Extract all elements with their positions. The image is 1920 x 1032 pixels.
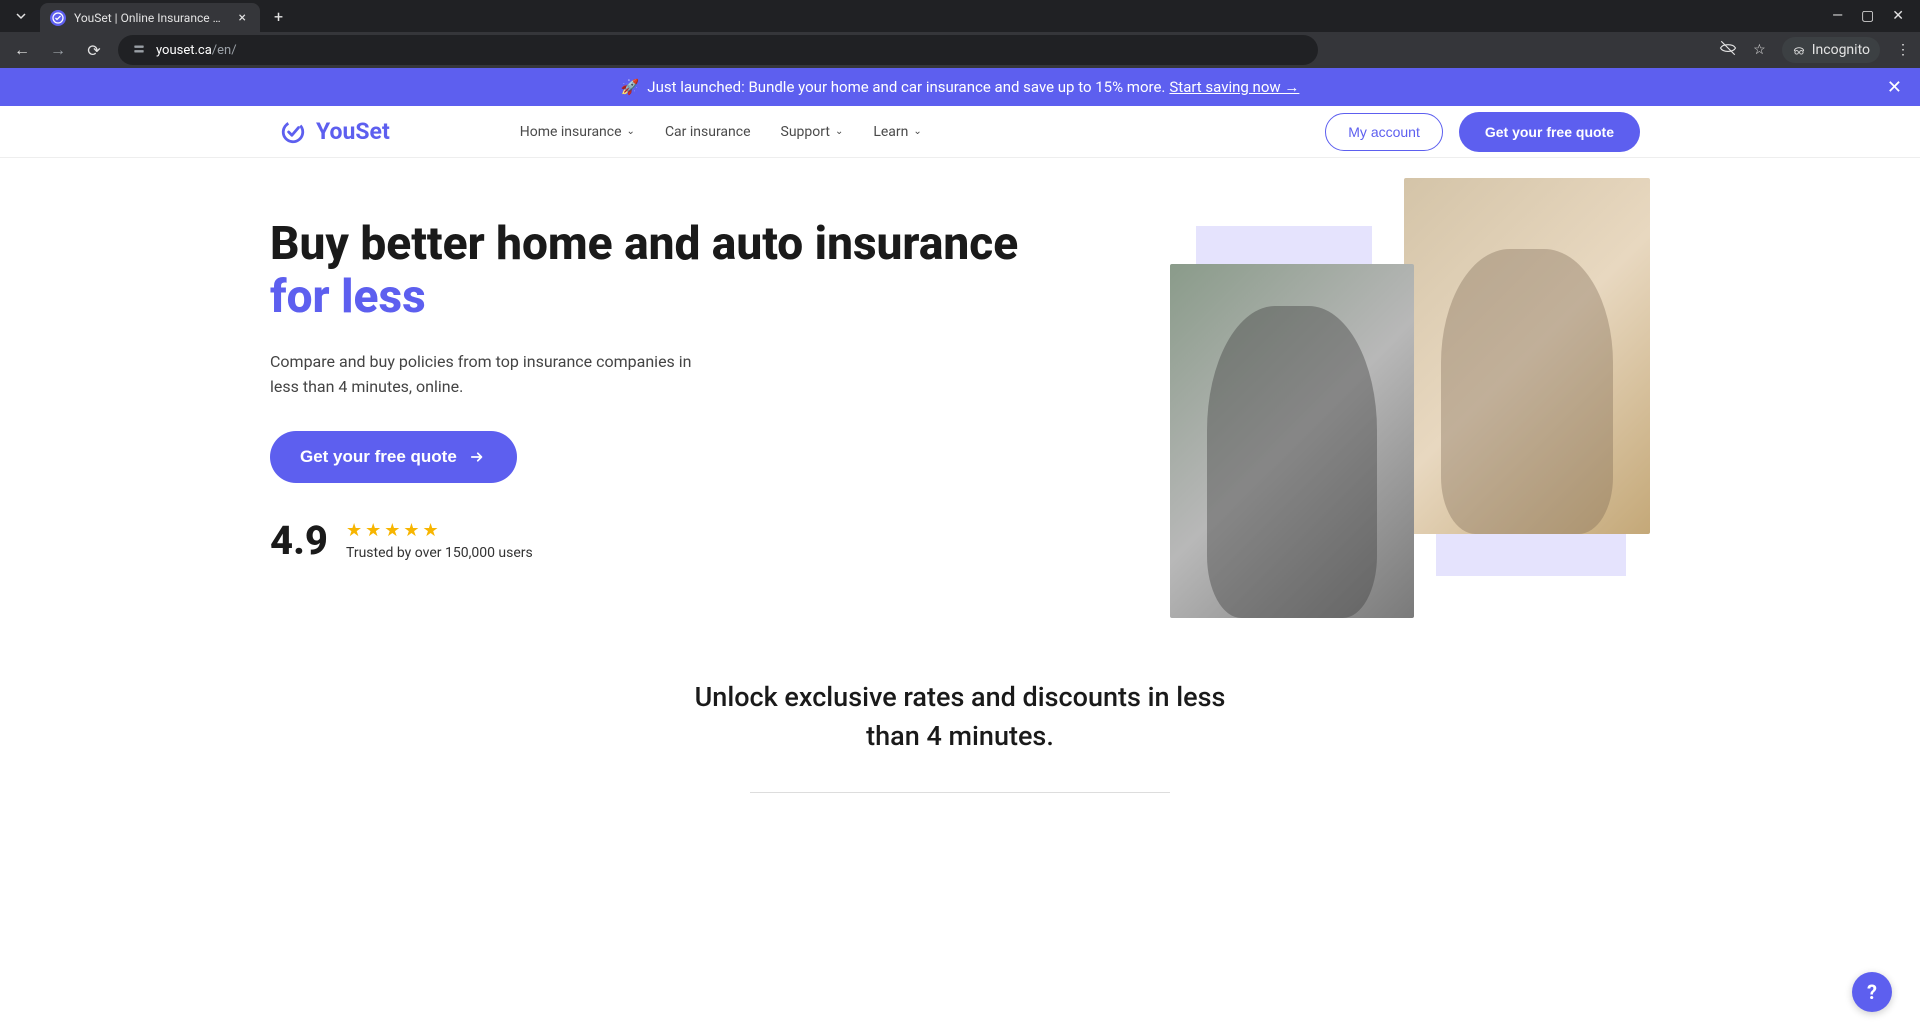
back-button[interactable]: ← xyxy=(10,40,34,60)
chevron-down-icon: ⌄ xyxy=(627,126,635,137)
new-tab-button[interactable]: + xyxy=(266,3,291,30)
favicon-icon xyxy=(50,10,66,26)
announcement-close-icon[interactable]: ✕ xyxy=(1887,77,1902,98)
nav-learn[interactable]: Learn⌄ xyxy=(873,124,921,140)
browser-tab-strip: YouSet | Online Insurance Quot × + — ▢ ✕ xyxy=(0,0,1920,32)
announcement-link[interactable]: Start saving now → xyxy=(1169,78,1299,96)
logo[interactable]: YouSet xyxy=(280,118,390,145)
rocket-icon: 🚀 xyxy=(621,78,640,96)
logo-text: YouSet xyxy=(316,118,390,145)
eye-off-icon[interactable] xyxy=(1719,39,1737,61)
hero-heading: Buy better home and auto insurance for l… xyxy=(270,218,1130,324)
incognito-icon xyxy=(1792,43,1806,57)
hero-section: Buy better home and auto insurance for l… xyxy=(0,158,1920,658)
incognito-badge[interactable]: Incognito xyxy=(1782,37,1880,63)
window-controls: — ▢ ✕ xyxy=(1832,8,1912,24)
trusted-text: Trusted by over 150,000 users xyxy=(346,545,533,561)
rating-value: 4.9 xyxy=(270,517,328,564)
announcement-bar: 🚀 Just launched: Bundle your home and ca… xyxy=(0,68,1920,106)
browser-toolbar: ← → ⟳ youset.ca/en/ ☆ Incognito ⋮ xyxy=(0,32,1920,68)
url-text: youset.ca/en/ xyxy=(156,43,237,58)
chevron-down-icon: ⌄ xyxy=(913,126,921,137)
main-nav: Home insurance⌄ Car insurance Support⌄ L… xyxy=(520,124,922,140)
address-bar[interactable]: youset.ca/en/ xyxy=(118,35,1318,65)
tab-title: YouSet | Online Insurance Quot xyxy=(74,11,227,25)
nav-support[interactable]: Support⌄ xyxy=(781,124,844,140)
stars-icon: ★★★★★ xyxy=(346,520,533,541)
browser-tab[interactable]: YouSet | Online Insurance Quot × xyxy=(40,3,260,33)
forward-button[interactable]: → xyxy=(46,40,70,60)
maximize-button[interactable]: ▢ xyxy=(1861,8,1874,24)
hero-cta-button[interactable]: Get your free quote xyxy=(270,431,517,483)
announcement-text: Just launched: Bundle your home and car … xyxy=(647,78,1165,96)
rating-block: 4.9 ★★★★★ Trusted by over 150,000 users xyxy=(270,517,1130,564)
minimize-button[interactable]: — xyxy=(1832,8,1843,24)
section-heading: Unlock exclusive rates and discounts in … xyxy=(680,678,1240,756)
reload-button[interactable]: ⟳ xyxy=(82,41,106,60)
divider xyxy=(750,792,1170,793)
page-content: 🚀 Just launched: Bundle your home and ca… xyxy=(0,68,1920,1032)
site-info-icon[interactable] xyxy=(132,42,146,59)
tab-close-icon[interactable]: × xyxy=(235,10,250,26)
site-header: YouSet Home insurance⌄ Car insurance Sup… xyxy=(0,106,1920,158)
logo-icon xyxy=(280,119,306,145)
incognito-label: Incognito xyxy=(1812,42,1870,58)
hero-subtext: Compare and buy policies from top insura… xyxy=(270,350,720,400)
help-fab-button[interactable]: ? xyxy=(1852,972,1892,1012)
browser-menu-icon[interactable]: ⋮ xyxy=(1896,42,1910,58)
chevron-down-icon: ⌄ xyxy=(835,126,843,137)
hero-image-woman xyxy=(1404,178,1650,534)
header-cta-button[interactable]: Get your free quote xyxy=(1459,112,1640,152)
hero-image-man-car xyxy=(1170,264,1414,618)
nav-car-insurance[interactable]: Car insurance xyxy=(665,124,751,140)
my-account-button[interactable]: My account xyxy=(1325,113,1443,151)
tab-search-dropdown[interactable] xyxy=(8,3,34,29)
close-window-button[interactable]: ✕ xyxy=(1892,8,1904,24)
arrow-right-icon xyxy=(467,447,487,467)
chevron-down-icon xyxy=(15,10,27,22)
bookmark-icon[interactable]: ☆ xyxy=(1753,42,1766,58)
hero-images xyxy=(1170,178,1650,618)
value-prop-section: Unlock exclusive rates and discounts in … xyxy=(0,658,1920,853)
nav-home-insurance[interactable]: Home insurance⌄ xyxy=(520,124,635,140)
